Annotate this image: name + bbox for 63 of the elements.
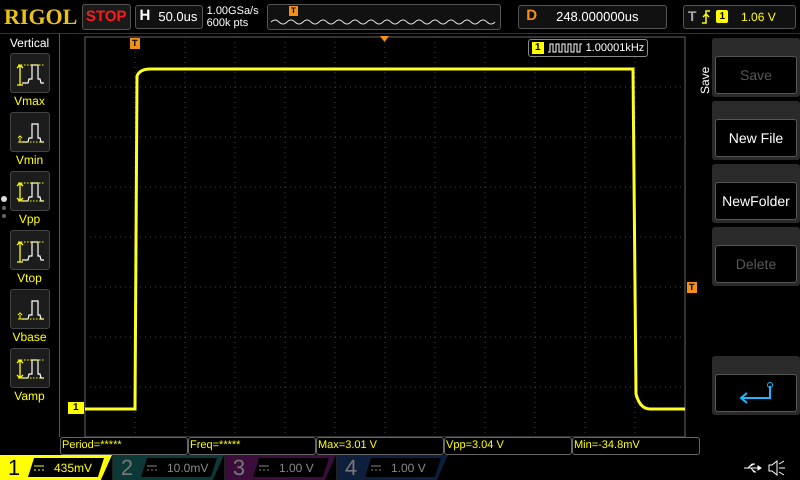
measure-label: Vtop bbox=[17, 270, 42, 286]
channel-tab[interactable]: 4 1.00 V bbox=[336, 455, 448, 480]
menu-title: Save bbox=[698, 66, 712, 94]
frequency-value: 1.00001kHz bbox=[586, 40, 644, 56]
measurement-readout: Period=***** bbox=[60, 437, 188, 455]
dc-coupling-icon bbox=[371, 464, 381, 470]
channel-tab[interactable]: 1 435mV bbox=[0, 455, 112, 480]
square-wave-icon bbox=[548, 43, 582, 53]
channel-number: 2 bbox=[120, 454, 134, 480]
menu-button[interactable]: New File bbox=[715, 119, 797, 157]
measure-label: Vbase bbox=[12, 329, 47, 345]
measure-button[interactable] bbox=[10, 348, 50, 388]
trigger-level: 1.06 V bbox=[741, 8, 776, 26]
measurement-readout: Min=-34.8mV bbox=[572, 437, 700, 455]
logo: RIGOL bbox=[4, 3, 78, 31]
run-state[interactable]: STOP bbox=[82, 4, 130, 30]
measure-button[interactable] bbox=[10, 230, 50, 270]
usb-icon bbox=[744, 462, 762, 472]
measure-button[interactable] bbox=[10, 289, 50, 329]
trigger-channel: 1 bbox=[716, 10, 728, 23]
delay-value: 248.000000us bbox=[556, 8, 639, 26]
trigger-position-marker: T bbox=[289, 6, 298, 16]
back-button[interactable] bbox=[715, 374, 797, 412]
measure-button[interactable] bbox=[10, 112, 50, 152]
channel-number: 1 bbox=[6, 454, 22, 480]
channel-marker: 1 bbox=[68, 402, 84, 414]
measure-label: Vmax bbox=[14, 93, 45, 109]
measurement-readout: Max=3.01 V bbox=[316, 437, 444, 455]
channel-tab[interactable]: 3 1.00 V bbox=[224, 455, 336, 480]
speaker-muted-icon bbox=[768, 460, 786, 476]
trigger-panel[interactable]: T 1 1.06 V bbox=[682, 4, 796, 28]
trigger-level-marker: T bbox=[687, 282, 696, 293]
center-marker-icon bbox=[380, 36, 389, 42]
sidebar-title: Vertical bbox=[10, 36, 50, 50]
channel-number: 4 bbox=[344, 454, 358, 480]
measure-label: Vpp bbox=[18, 211, 40, 227]
horizontal-scale-panel[interactable]: H 50.0us bbox=[134, 4, 203, 28]
horizontal-label: H bbox=[138, 6, 152, 26]
measure-button[interactable] bbox=[10, 171, 50, 211]
measurement-readout: Freq=***** bbox=[188, 437, 316, 455]
memory-depth: 600k pts bbox=[206, 16, 250, 28]
dc-coupling-icon bbox=[34, 464, 44, 470]
horizontal-scale: 50.0us bbox=[158, 8, 198, 26]
dc-coupling-icon bbox=[259, 464, 269, 470]
frequency-channel: 1 bbox=[532, 42, 544, 54]
delay-panel[interactable]: D 248.000000us bbox=[518, 4, 668, 28]
menu-button[interactable]: NewFolder bbox=[715, 182, 797, 220]
measurement-readout: Vpp=3.04 V bbox=[444, 437, 572, 455]
rising-edge-icon bbox=[701, 10, 712, 24]
delay-label: D bbox=[525, 6, 538, 26]
channel-tab[interactable]: 2 10.0mV bbox=[112, 455, 224, 480]
measure-label: Vmin bbox=[16, 152, 44, 168]
sample-rate: 1.00GSa/s bbox=[206, 4, 260, 16]
trigger-label: T bbox=[688, 7, 696, 26]
measure-button[interactable] bbox=[10, 53, 50, 93]
trigger-time-marker: T bbox=[130, 38, 140, 49]
dc-coupling-icon bbox=[147, 464, 157, 470]
channel-scale: 1.00 V bbox=[279, 460, 314, 476]
channel-scale: 10.0mV bbox=[167, 460, 208, 476]
channel-scale: 435mV bbox=[54, 460, 92, 476]
channel-scale: 1.00 V bbox=[391, 460, 426, 476]
measure-label: Vamp bbox=[14, 388, 45, 404]
channel-number: 3 bbox=[232, 454, 246, 480]
